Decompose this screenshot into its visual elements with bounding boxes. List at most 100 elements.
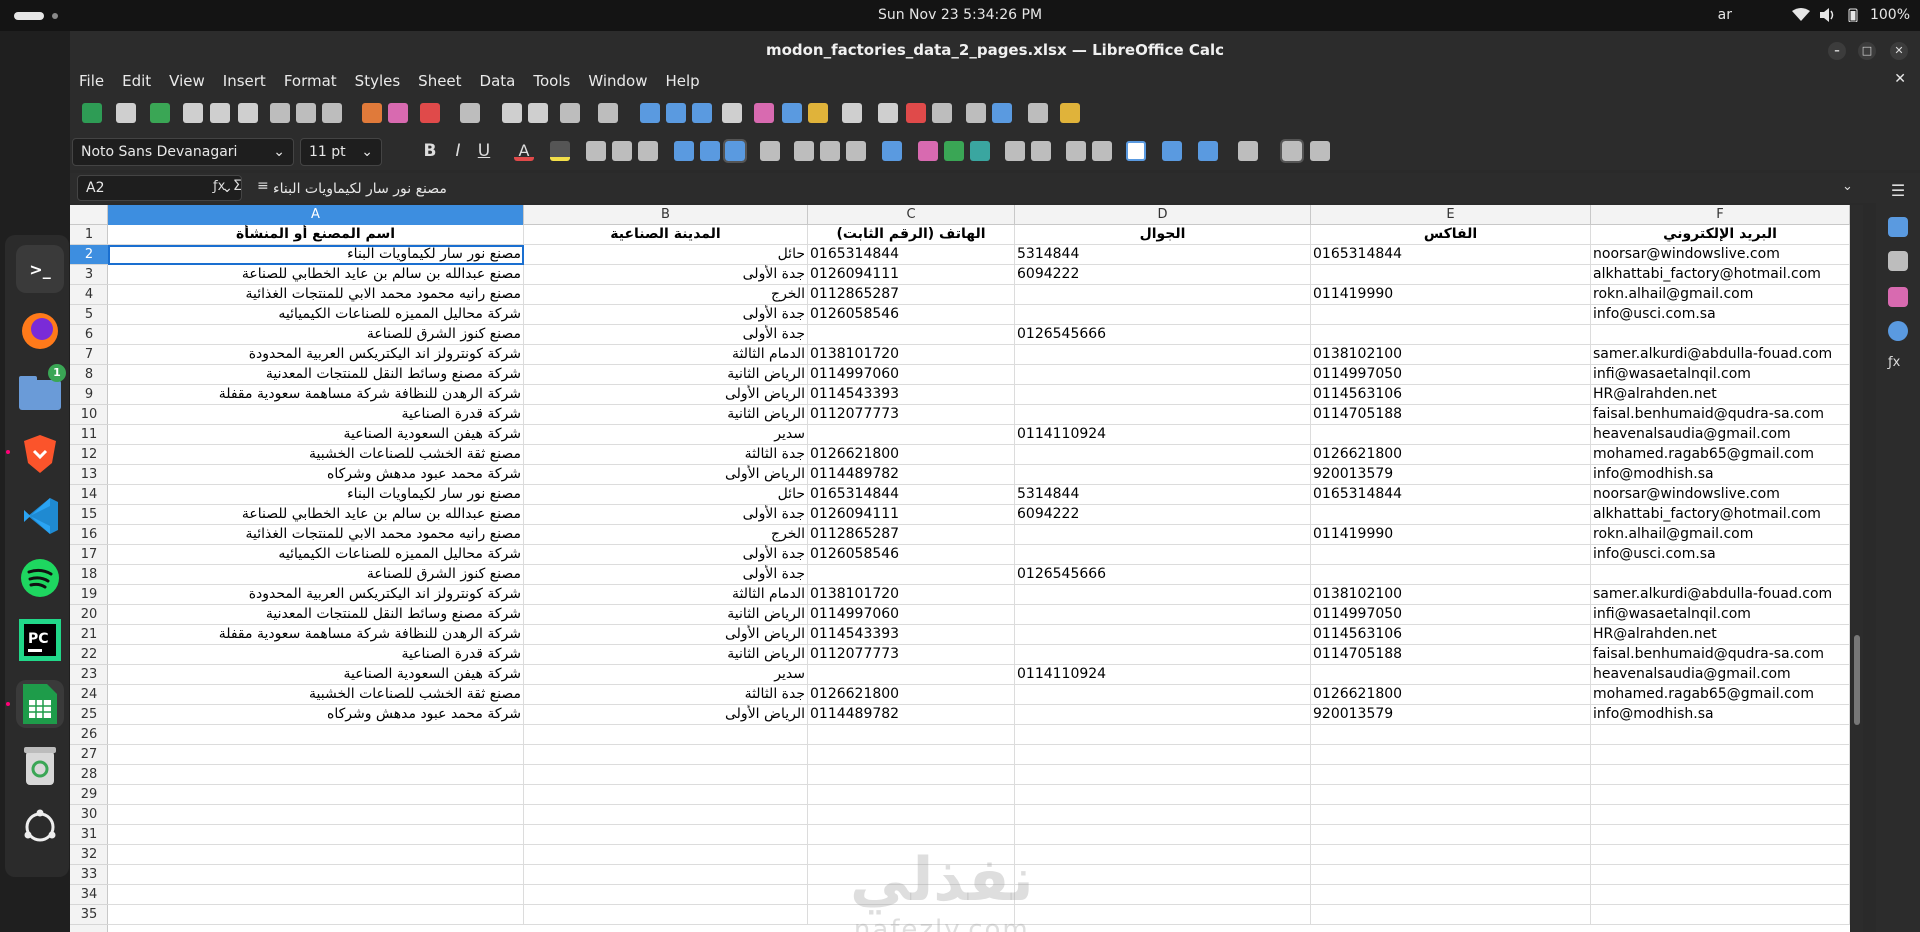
table-cell[interactable] xyxy=(1591,845,1850,865)
table-cell[interactable] xyxy=(1311,325,1591,345)
underline-icon[interactable]: U xyxy=(474,141,494,161)
row-header[interactable]: 3 xyxy=(70,265,108,285)
table-cell[interactable] xyxy=(1311,265,1591,285)
table-cell[interactable] xyxy=(108,885,524,905)
table-cell[interactable]: شركة الرهدن للنظافة شركة مساهمة سعودية م… xyxy=(108,625,524,645)
menu-view[interactable]: View xyxy=(169,72,205,90)
table-cell[interactable] xyxy=(1015,405,1311,425)
table-cell[interactable]: heavenalsaudia@gmail.com xyxy=(1591,425,1850,445)
table-cell[interactable] xyxy=(108,845,524,865)
row-header[interactable]: 5 xyxy=(70,305,108,325)
libreoffice-calc-icon[interactable] xyxy=(6,680,64,728)
undo-icon[interactable] xyxy=(420,103,440,123)
table-cell[interactable]: شركة محاليل المميزه للصناعات الكيميائيه xyxy=(108,305,524,325)
clear-formatting-icon[interactable] xyxy=(388,103,408,123)
table-cell[interactable] xyxy=(808,725,1015,745)
table-cell[interactable] xyxy=(524,725,808,745)
styles-icon[interactable] xyxy=(1888,251,1908,271)
table-cell[interactable]: samer.alkurdi@abdulla-fouad.com xyxy=(1591,345,1850,365)
input-language[interactable]: ar xyxy=(1718,7,1732,23)
align-center-icon[interactable] xyxy=(612,141,632,161)
table-cell[interactable]: 5314844 xyxy=(1015,245,1311,265)
table-cell[interactable] xyxy=(1591,885,1850,905)
column-header-e[interactable]: E xyxy=(1311,205,1591,225)
chevron-down-icon[interactable]: ⌄ xyxy=(273,144,285,160)
table-cell[interactable] xyxy=(1591,745,1850,765)
row-header[interactable]: 19 xyxy=(70,585,108,605)
table-cell[interactable]: 0114110924 xyxy=(1015,425,1311,445)
wifi-icon[interactable] xyxy=(1791,8,1810,22)
scrollbar-thumb[interactable] xyxy=(1854,635,1860,725)
vertical-scrollbar[interactable] xyxy=(1851,205,1863,932)
menu-format[interactable]: Format xyxy=(284,72,337,90)
percent-format-icon[interactable] xyxy=(918,141,938,161)
unmerge-cells-icon[interactable] xyxy=(846,141,866,161)
table-cell[interactable]: 920013579 xyxy=(1311,705,1591,725)
table-cell[interactable] xyxy=(524,825,808,845)
menu-file[interactable]: File xyxy=(79,72,104,90)
table-cell[interactable] xyxy=(1311,805,1591,825)
table-cell[interactable] xyxy=(808,785,1015,805)
table-cell[interactable]: 0114705188 xyxy=(1311,405,1591,425)
table-cell[interactable] xyxy=(524,765,808,785)
border-style-icon[interactable] xyxy=(1162,141,1182,161)
column-header-f[interactable]: F xyxy=(1591,205,1850,225)
table-cell[interactable]: 0114997050 xyxy=(1311,365,1591,385)
terminal-icon[interactable]: >_ xyxy=(16,245,64,293)
formula-icon[interactable]: ≡ xyxy=(257,178,269,194)
trash-icon[interactable] xyxy=(16,741,64,789)
bold-icon[interactable]: B xyxy=(420,141,440,161)
table-cell[interactable]: شركة محاليل المميزه للصناعات الكيميائيه xyxy=(108,545,524,565)
spelling-icon[interactable] xyxy=(528,103,548,123)
select-all-corner[interactable] xyxy=(70,205,108,225)
table-cell[interactable] xyxy=(108,745,524,765)
align-right-icon[interactable] xyxy=(638,141,658,161)
menu-tools[interactable]: Tools xyxy=(533,72,570,90)
table-cell[interactable] xyxy=(1015,745,1311,765)
navigator-icon[interactable] xyxy=(1888,321,1908,341)
table-cell[interactable] xyxy=(108,825,524,845)
close-document-icon[interactable]: ✕ xyxy=(1894,71,1906,87)
table-cell[interactable] xyxy=(1311,825,1591,845)
table-cell[interactable] xyxy=(1015,525,1311,545)
row-header[interactable]: 10 xyxy=(70,405,108,425)
center-vertically-icon[interactable] xyxy=(700,141,720,161)
table-cell[interactable]: alkhattabi_factory@hotmail.com xyxy=(1591,265,1850,285)
table-cell[interactable] xyxy=(1015,285,1311,305)
table-cell[interactable]: جدة الأولى xyxy=(524,565,808,585)
open-icon[interactable] xyxy=(116,103,136,123)
table-cell[interactable]: الرياض الأولى xyxy=(524,705,808,725)
table-cell[interactable] xyxy=(1311,505,1591,525)
wrap-text-icon[interactable] xyxy=(760,141,780,161)
table-cell[interactable]: الرياض الثانية xyxy=(524,365,808,385)
table-cell[interactable] xyxy=(1015,705,1311,725)
table-cell[interactable] xyxy=(808,665,1015,685)
table-cell[interactable]: 0165314844 xyxy=(1311,485,1591,505)
currency-format-icon[interactable] xyxy=(882,141,902,161)
table-cell[interactable] xyxy=(1015,725,1311,745)
row-header[interactable]: 22 xyxy=(70,645,108,665)
table-cell[interactable] xyxy=(524,865,808,885)
table-cell[interactable]: الرياض الثانية xyxy=(524,405,808,425)
table-cell[interactable]: infi@wasaetalnqil.com xyxy=(1591,365,1850,385)
number-format-icon[interactable] xyxy=(944,141,964,161)
table-cell[interactable]: 0112865287 xyxy=(808,285,1015,305)
table-cell[interactable]: شركة كونترولز اند اليكتريكس العربية المح… xyxy=(108,345,524,365)
table-cell[interactable]: 0126621800 xyxy=(808,445,1015,465)
table-cell[interactable] xyxy=(1015,445,1311,465)
table-cell[interactable] xyxy=(1015,545,1311,565)
align-top-icon[interactable] xyxy=(674,141,694,161)
delete-decimal-icon[interactable] xyxy=(1031,141,1051,161)
table-cell[interactable] xyxy=(1015,305,1311,325)
menu-help[interactable]: Help xyxy=(665,72,699,90)
export-pdf-icon[interactable] xyxy=(183,103,203,123)
table-cell[interactable]: 0114563106 xyxy=(1311,625,1591,645)
table-cell[interactable]: 0138102100 xyxy=(1311,585,1591,605)
table-cell[interactable] xyxy=(1591,905,1850,925)
menu-styles[interactable]: Styles xyxy=(355,72,401,90)
special-character-icon[interactable] xyxy=(842,103,862,123)
function-wizard-icon[interactable]: ƒx xyxy=(213,179,225,194)
window-titlebar[interactable]: modon_factories_data_2_pages.xlsx — Libr… xyxy=(70,31,1920,68)
table-cell[interactable]: مصنع نور سار لكيماويات البناء xyxy=(108,485,524,505)
sort-ascending-icon[interactable] xyxy=(666,103,686,123)
